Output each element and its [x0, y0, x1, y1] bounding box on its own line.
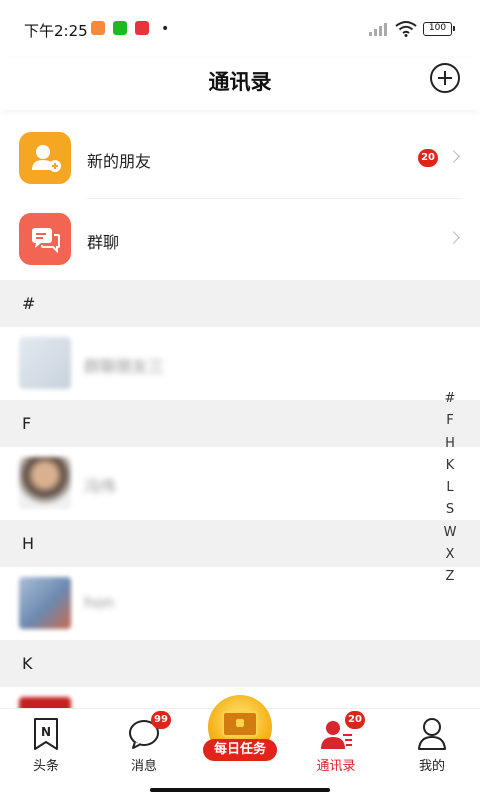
bottom-nav: N 头条 99 消息 每日任务 20 通讯录 我的	[0, 695, 480, 800]
wechat-notification-icon	[113, 21, 127, 35]
alphabet-index[interactable]: # F H K L S W X Z	[440, 388, 460, 589]
nav-item-contacts[interactable]: 20 通讯录	[296, 711, 376, 774]
home-indicator[interactable]	[150, 788, 330, 792]
message-icon: 99	[127, 711, 171, 753]
nav-label-news: 头条	[32, 759, 59, 774]
news-icon: N	[33, 717, 59, 753]
index-letter[interactable]: X	[440, 544, 460, 566]
page-header: 通讯录	[0, 58, 480, 110]
add-friend-icon	[19, 132, 71, 184]
contacts-icon: 20	[319, 711, 365, 753]
avatar	[19, 457, 71, 509]
nav-item-profile[interactable]: 我的	[392, 717, 472, 774]
chevron-right-icon	[447, 231, 460, 244]
section-header-h: H	[0, 520, 480, 567]
svg-text:N: N	[41, 725, 51, 739]
new-friends-row[interactable]: 新的朋友 20	[0, 118, 480, 199]
chest-icon	[222, 711, 258, 737]
nav-label-profile: 我的	[418, 759, 445, 774]
index-letter[interactable]: K	[440, 455, 460, 477]
new-friends-badge: 20	[418, 149, 438, 167]
section-header-k: K	[0, 640, 480, 687]
avatar	[19, 337, 71, 389]
contact-name: 冯伟	[84, 477, 117, 496]
status-time: 下午2:25	[24, 22, 88, 40]
more-notifications-icon: •	[161, 21, 170, 37]
app-notification-icon	[91, 21, 105, 35]
group-chat-row[interactable]: 群聊	[0, 199, 480, 280]
index-letter[interactable]: W	[440, 522, 460, 544]
contact-list: 新的朋友 20 群聊 # 群聊朋友三 F 冯伟 H hon K	[0, 118, 480, 760]
index-letter[interactable]: L	[440, 477, 460, 499]
group-chat-label: 群聊	[87, 233, 120, 252]
index-letter[interactable]: #	[440, 388, 460, 410]
index-letter[interactable]: Z	[440, 566, 460, 588]
contact-item[interactable]: hon	[0, 567, 480, 640]
daily-task-label: 每日任务	[203, 739, 277, 761]
battery-indicator: 100	[423, 22, 455, 36]
page-title: 通讯录	[208, 70, 272, 94]
nav-label-contacts: 通讯录	[316, 759, 356, 774]
status-bar: 下午2:25 • 100	[0, 0, 480, 58]
group-chat-icon	[19, 213, 71, 265]
chevron-right-icon	[447, 150, 460, 163]
index-letter[interactable]: F	[440, 410, 460, 432]
section-header-f: F	[0, 400, 480, 447]
section-header-hash: #	[0, 280, 480, 327]
daily-task-button[interactable]: 每日任务	[200, 695, 280, 769]
wifi-icon	[395, 21, 417, 37]
index-letter[interactable]: S	[440, 499, 460, 521]
nav-item-news[interactable]: N 头条	[6, 717, 86, 774]
messages-badge: 99	[151, 711, 171, 729]
contact-item[interactable]: 冯伟	[0, 447, 480, 520]
profile-icon	[417, 717, 447, 753]
nav-label-messages: 消息	[130, 759, 157, 774]
add-contact-button[interactable]	[430, 63, 460, 93]
contact-name: hon	[84, 593, 115, 612]
avatar	[19, 577, 71, 629]
app-notification-icon-2	[135, 21, 149, 35]
signal-icon	[369, 23, 387, 36]
contacts-badge: 20	[345, 711, 365, 729]
new-friends-label: 新的朋友	[87, 152, 152, 171]
index-letter[interactable]: H	[440, 433, 460, 455]
contact-item[interactable]: 群聊朋友三	[0, 327, 480, 400]
nav-item-messages[interactable]: 99 消息	[104, 711, 184, 774]
contact-name: 群聊朋友三	[84, 357, 165, 376]
